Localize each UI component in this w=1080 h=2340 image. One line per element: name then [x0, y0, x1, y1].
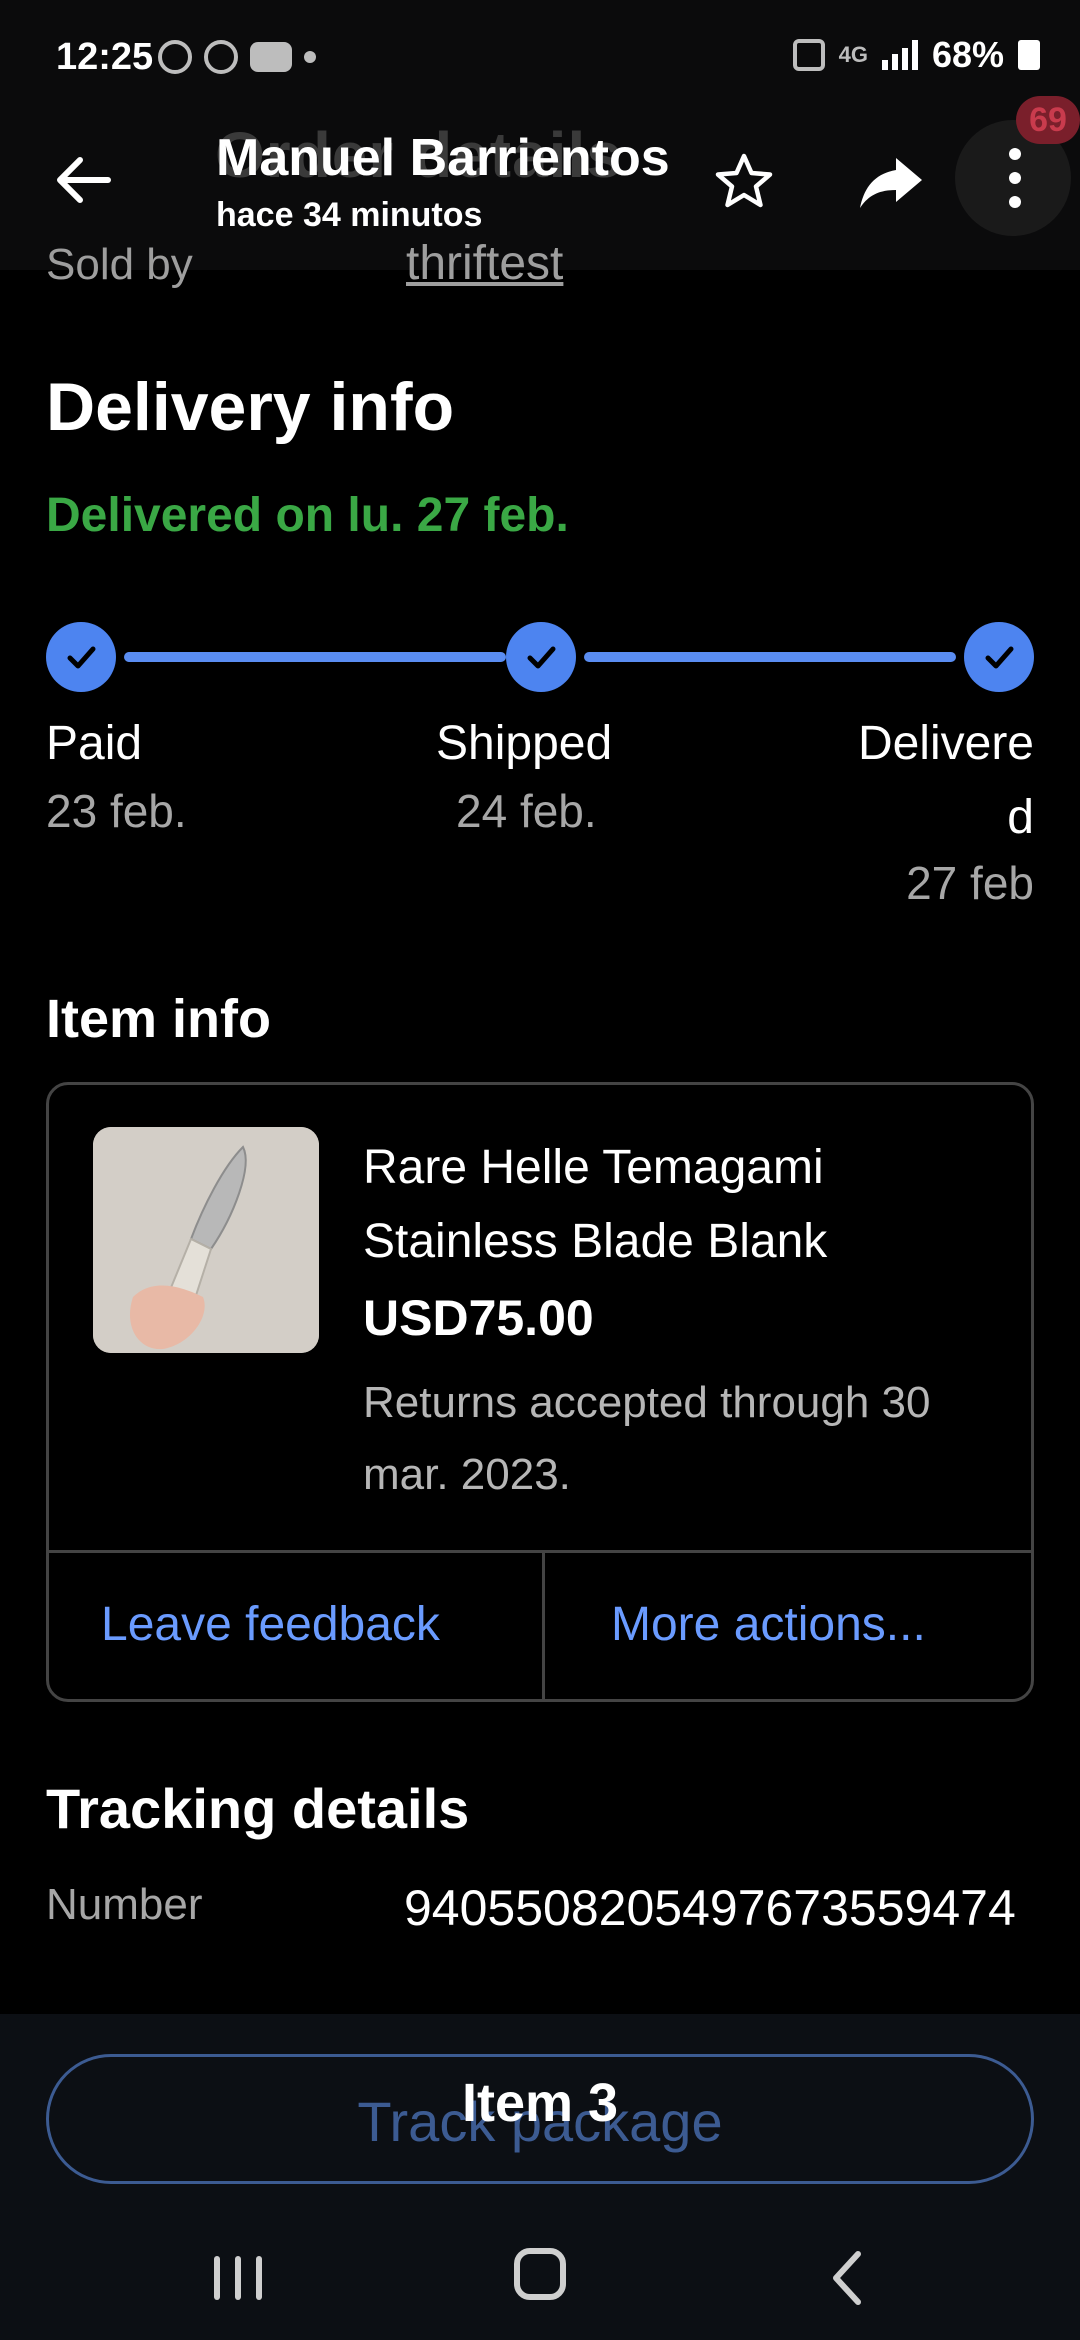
item-counter-label: Item 3 [461, 2073, 619, 2133]
settings-icon [204, 40, 238, 74]
whatsapp-icon [158, 40, 192, 74]
item-returns-policy: Returns accepted through 30 mar. 2023. [363, 1378, 931, 1499]
status-time: 12:25 [56, 36, 154, 78]
progress-line-2 [584, 652, 956, 662]
step-check-icon [964, 622, 1034, 692]
nfc-icon [792, 39, 825, 71]
youtube-icon [250, 42, 292, 72]
system-nav-bar [0, 2200, 1080, 2340]
step-check-icon [506, 622, 576, 692]
delivery-progress [46, 622, 1034, 692]
share-icon[interactable] [856, 150, 926, 214]
step-delivered-date: 27 feb [906, 857, 1034, 909]
step-paid-label: Paid [46, 717, 143, 770]
network-type: 4G [838, 42, 868, 67]
item-title[interactable]: Rare Helle Temagami Stainless Blade Blan… [363, 1131, 1003, 1279]
tracking-details-heading: Tracking details [46, 1777, 470, 1840]
sold-by-label: Sold by [46, 240, 193, 289]
battery-percentage: 68% [931, 34, 1004, 75]
more-actions-button[interactable]: More actions... [611, 1597, 926, 1652]
tracking-number-value: 940550820549767355947​4 [404, 1880, 1016, 1936]
card-divider [49, 1550, 1031, 1553]
step-delivered-label-wrap: d [1007, 791, 1034, 844]
progress-line-1 [124, 652, 506, 662]
item-info-heading: Item info [46, 989, 271, 1049]
item-price: USD75.00 [363, 1290, 594, 1346]
item-card: Rare Helle Temagami Stainless Blade Blan… [46, 1082, 1034, 1702]
seller-link[interactable]: thriftest [406, 236, 563, 291]
step-paid-date: 23 feb. [46, 785, 187, 837]
recents-icon[interactable] [214, 2256, 262, 2300]
back-arrow-icon[interactable] [48, 145, 118, 215]
star-icon[interactable] [712, 150, 776, 214]
step-check-icon [46, 622, 116, 692]
time-ago: hace 34 minutos [216, 196, 483, 234]
status-bar: 12:25 4G 68% [0, 0, 1080, 120]
cart-badge: 69 [1016, 96, 1080, 144]
home-icon[interactable] [514, 2248, 566, 2300]
step-shipped-label: Shipped [436, 717, 613, 770]
tracking-number-label: Number [46, 1880, 203, 1929]
step-shipped-date: 24 feb. [456, 785, 597, 837]
step-delivered-label: Delivere [857, 717, 1034, 770]
nav-back-icon[interactable] [826, 2248, 866, 2308]
item-thumbnail[interactable] [93, 1127, 319, 1353]
contact-name: Manuel Barrientos [216, 129, 670, 187]
order-details-screen: 12:25 4G 68% Order details Manuel Barrie… [0, 0, 1080, 2340]
more-options-icon[interactable] [1008, 148, 1022, 208]
delivery-status: Delivered on lu. 27 feb. [46, 489, 569, 542]
signal-icon [881, 40, 918, 70]
card-divider [542, 1550, 545, 1702]
leave-feedback-button[interactable]: Leave feedback [101, 1597, 440, 1652]
battery-icon [1018, 40, 1040, 70]
delivery-info-heading: Delivery info [46, 369, 455, 445]
more-notifications-dot-icon [304, 51, 316, 63]
